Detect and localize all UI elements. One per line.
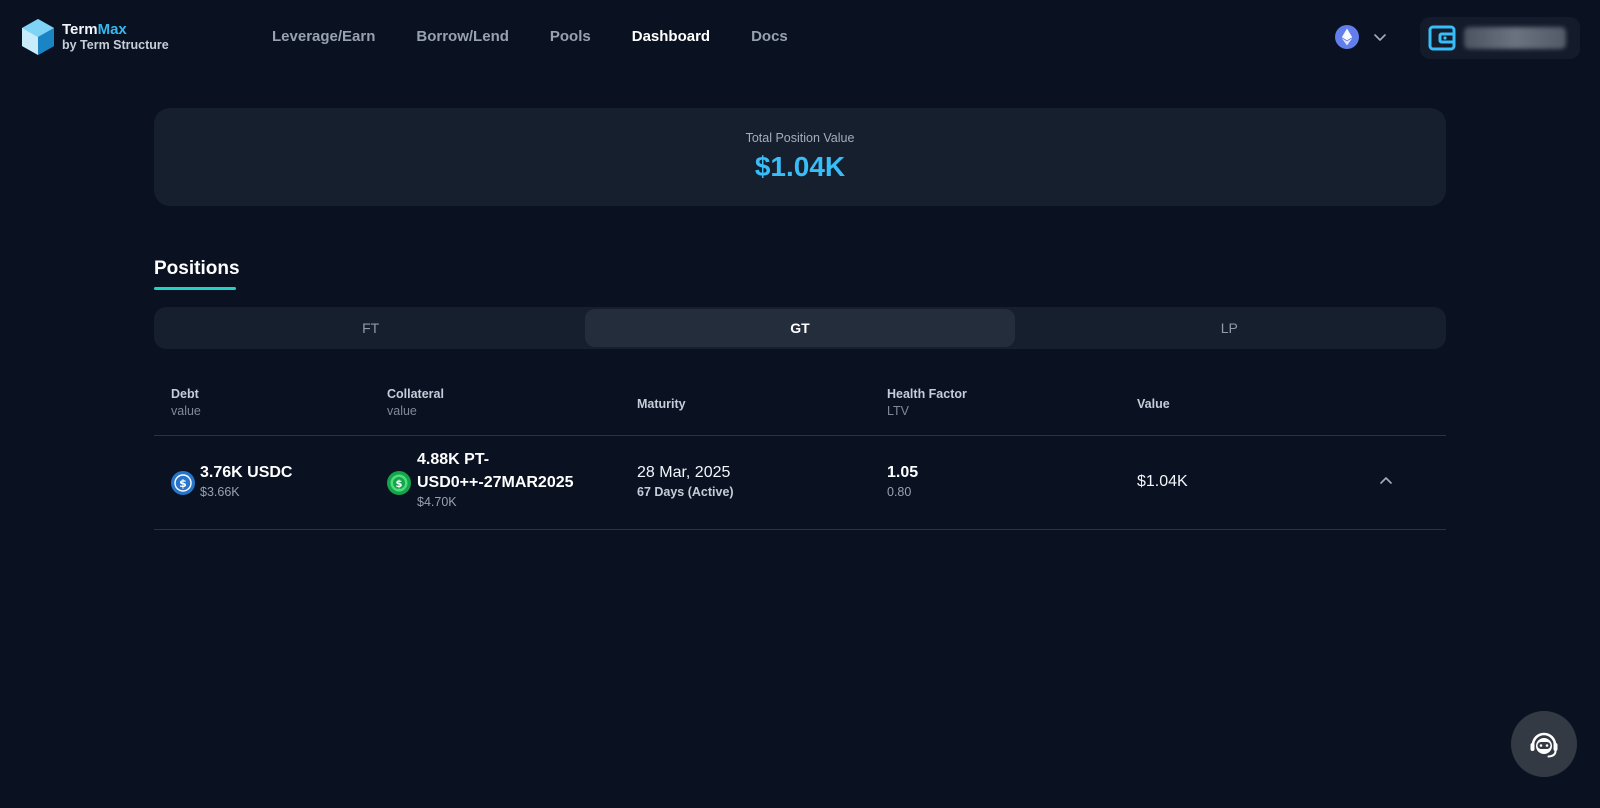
col-value: Value (1137, 397, 1170, 411)
brand-subtitle: by Term Structure (62, 38, 169, 53)
positions-underline (154, 287, 236, 290)
nav-docs[interactable]: Docs (751, 28, 788, 45)
col-health-factor: Health Factor LTV (887, 387, 967, 418)
wallet-icon (1428, 25, 1456, 51)
chevron-up-icon[interactable] (1379, 474, 1393, 488)
support-chat-button[interactable] (1511, 711, 1577, 777)
ltv-value: 0.80 (887, 485, 912, 500)
collateral-value: $4.70K (417, 495, 457, 510)
tab-lp[interactable]: LP (1015, 309, 1444, 347)
nav-pools[interactable]: Pools (550, 28, 591, 45)
brand-logo[interactable]: TermMax by Term Structure (20, 18, 169, 56)
position-value: $1.04K (1137, 473, 1188, 490)
chain-selector[interactable] (1335, 25, 1387, 49)
health-cell: 1.05 0.80 (887, 461, 918, 499)
top-header: TermMax by Term Structure Leverage/Earn … (0, 0, 1600, 76)
nav-leverage-earn[interactable]: Leverage/Earn (272, 28, 375, 45)
col-maturity: Maturity (637, 397, 686, 411)
total-position-label: Total Position Value (745, 131, 855, 145)
main-nav: Leverage/Earn Borrow/Lend Pools Dashboar… (272, 28, 829, 45)
maturity-date: 28 Mar, 2025 (637, 464, 731, 481)
total-position-value: $1.04K (754, 151, 846, 182)
nav-borrow-lend[interactable]: Borrow/Lend (416, 28, 509, 45)
collateral-amount-line1: 4.88K PT- (417, 451, 490, 468)
nav-dashboard[interactable]: Dashboard (632, 28, 710, 45)
table-row[interactable]: $ 3.76K USDC $3.66K $ 4.88K PT- USD0++-2… (154, 436, 1446, 530)
brand-name: TermMax (62, 21, 127, 39)
usdc-icon: $ (171, 471, 195, 495)
debt-cell: 3.76K USDC $3.66K (200, 461, 292, 499)
table-header: Debt value Collateral value Maturity Hea… (154, 372, 1446, 436)
chevron-down-icon (1374, 34, 1386, 41)
maturity-cell: 28 Mar, 2025 67 Days (Active) (637, 461, 734, 499)
debt-value: $3.66K (200, 485, 240, 500)
wallet-button[interactable] (1420, 17, 1580, 59)
svg-text:$: $ (179, 477, 187, 490)
headset-icon (1530, 732, 1558, 758)
positions-table: Debt value Collateral value Maturity Hea… (154, 372, 1446, 530)
col-collateral: Collateral value (387, 387, 444, 418)
value-cell: $1.04K (1137, 470, 1188, 493)
total-position-card: Total Position Value $1.04K (154, 108, 1446, 206)
health-factor: 1.05 (887, 464, 919, 481)
wallet-address-redacted (1464, 27, 1566, 49)
termmax-logo-icon (22, 19, 54, 55)
maturity-status: 67 Days (Active) (637, 485, 734, 500)
tab-ft[interactable]: FT (156, 309, 585, 347)
tab-gt[interactable]: GT (585, 309, 1015, 347)
usd0-icon: $ (387, 471, 411, 495)
collateral-amount-line2: USD0++-27MAR2025 (417, 474, 574, 492)
collateral-cell: 4.88K PT- USD0++-27MAR2025 $4.70K (417, 448, 574, 509)
svg-text:$: $ (396, 479, 403, 490)
ethereum-icon (1335, 25, 1359, 49)
positions-tabs: FT GT LP (154, 307, 1446, 349)
col-debt: Debt value (171, 387, 201, 418)
positions-title: Positions (154, 258, 240, 279)
debt-amount: 3.76K USDC (200, 464, 293, 481)
